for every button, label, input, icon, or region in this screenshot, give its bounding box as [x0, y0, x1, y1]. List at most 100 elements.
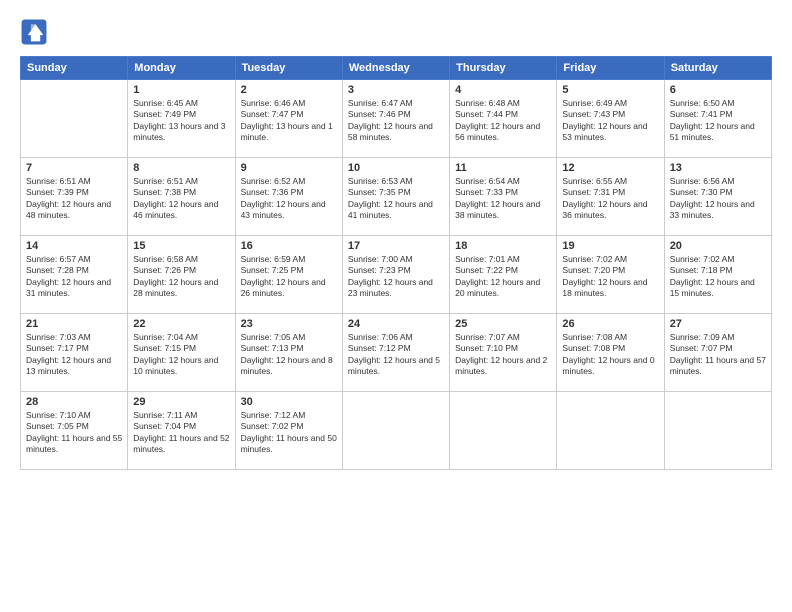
calendar-cell — [450, 392, 557, 470]
calendar-cell: 3 Sunrise: 6:47 AMSunset: 7:46 PMDaylight… — [342, 80, 449, 158]
day-info: Sunrise: 6:51 AMSunset: 7:38 PMDaylight:… — [133, 176, 229, 222]
day-info: Sunrise: 6:50 AMSunset: 7:41 PMDaylight:… — [670, 98, 766, 144]
day-number: 27 — [670, 318, 766, 330]
day-number: 12 — [562, 162, 658, 174]
day-info: Sunrise: 6:58 AMSunset: 7:26 PMDaylight:… — [133, 254, 229, 300]
weekday-header-tuesday: Tuesday — [235, 57, 342, 80]
day-number: 24 — [348, 318, 444, 330]
calendar-cell — [557, 392, 664, 470]
calendar-week-5: 28 Sunrise: 7:10 AMSunset: 7:05 PMDayligh… — [21, 392, 772, 470]
calendar-cell: 19Sunrise: 7:02 AMSunset: 7:20 PMDayligh… — [557, 236, 664, 314]
day-info: Sunrise: 7:03 AMSunset: 7:17 PMDaylight:… — [26, 332, 122, 378]
calendar-cell: 21 Sunrise: 7:03 AMSunset: 7:17 PMDayligh… — [21, 314, 128, 392]
day-info: Sunrise: 6:59 AMSunset: 7:25 PMDaylight:… — [241, 254, 337, 300]
calendar-cell: 29 Sunrise: 7:11 AMSunset: 7:04 PMDayligh… — [128, 392, 235, 470]
day-number: 8 — [133, 162, 229, 174]
day-number: 16 — [241, 240, 337, 252]
day-info: Sunrise: 7:10 AMSunset: 7:05 PMDaylight:… — [26, 410, 122, 456]
calendar-cell: 27 Sunrise: 7:09 AMSunset: 7:07 PMDayligh… — [664, 314, 771, 392]
day-number: 13 — [670, 162, 766, 174]
calendar-cell: 18 Sunrise: 7:01 AMSunset: 7:22 PMDayligh… — [450, 236, 557, 314]
day-info: Sunrise: 7:07 AMSunset: 7:10 PMDaylight:… — [455, 332, 551, 378]
day-number: 29 — [133, 396, 229, 408]
calendar-cell: 20 Sunrise: 7:02 AMSunset: 7:18 PMDayligh… — [664, 236, 771, 314]
day-number: 21 — [26, 318, 122, 330]
day-number: 20 — [670, 240, 766, 252]
day-info: Sunrise: 7:01 AMSunset: 7:22 PMDaylight:… — [455, 254, 551, 300]
calendar-week-2: 7 Sunrise: 6:51 AMSunset: 7:39 PMDaylight… — [21, 158, 772, 236]
day-number: 17 — [348, 240, 444, 252]
calendar-cell: 23 Sunrise: 7:05 AMSunset: 7:13 PMDayligh… — [235, 314, 342, 392]
day-info: Sunrise: 7:09 AMSunset: 7:07 PMDaylight:… — [670, 332, 766, 378]
day-number: 23 — [241, 318, 337, 330]
day-info: Sunrise: 6:49 AMSunset: 7:43 PMDaylight:… — [562, 98, 658, 144]
calendar-cell: 28 Sunrise: 7:10 AMSunset: 7:05 PMDayligh… — [21, 392, 128, 470]
day-number: 9 — [241, 162, 337, 174]
calendar-cell: 24 Sunrise: 7:06 AMSunset: 7:12 PMDayligh… — [342, 314, 449, 392]
weekday-header-sunday: Sunday — [21, 57, 128, 80]
day-info: Sunrise: 6:48 AMSunset: 7:44 PMDaylight:… — [455, 98, 551, 144]
day-number: 26 — [562, 318, 658, 330]
day-info: Sunrise: 6:46 AMSunset: 7:47 PMDaylight:… — [241, 98, 337, 144]
calendar-cell: 1 Sunrise: 6:45 AMSunset: 7:49 PMDaylight… — [128, 80, 235, 158]
calendar-cell: 10 Sunrise: 6:53 AMSunset: 7:35 PMDayligh… — [342, 158, 449, 236]
day-info: Sunrise: 7:04 AMSunset: 7:15 PMDaylight:… — [133, 332, 229, 378]
day-number: 15 — [133, 240, 229, 252]
calendar-week-1: 1 Sunrise: 6:45 AMSunset: 7:49 PMDaylight… — [21, 80, 772, 158]
day-number: 19 — [562, 240, 658, 252]
calendar-cell: 8 Sunrise: 6:51 AMSunset: 7:38 PMDaylight… — [128, 158, 235, 236]
calendar-cell: 30Sunrise: 7:12 AMSunset: 7:02 PMDayligh… — [235, 392, 342, 470]
day-info: Sunrise: 7:11 AMSunset: 7:04 PMDaylight:… — [133, 410, 229, 456]
day-number: 7 — [26, 162, 122, 174]
weekday-header-friday: Friday — [557, 57, 664, 80]
weekday-row: SundayMondayTuesdayWednesdayThursdayFrid… — [21, 57, 772, 80]
day-info: Sunrise: 7:00 AMSunset: 7:23 PMDaylight:… — [348, 254, 444, 300]
day-info: Sunrise: 7:06 AMSunset: 7:12 PMDaylight:… — [348, 332, 444, 378]
day-info: Sunrise: 6:55 AMSunset: 7:31 PMDaylight:… — [562, 176, 658, 222]
day-number: 10 — [348, 162, 444, 174]
calendar-week-4: 21 Sunrise: 7:03 AMSunset: 7:17 PMDayligh… — [21, 314, 772, 392]
calendar-week-3: 14 Sunrise: 6:57 AMSunset: 7:28 PMDayligh… — [21, 236, 772, 314]
calendar-cell: 5Sunrise: 6:49 AMSunset: 7:43 PMDaylight… — [557, 80, 664, 158]
calendar-cell: 16 Sunrise: 6:59 AMSunset: 7:25 PMDayligh… — [235, 236, 342, 314]
day-number: 4 — [455, 84, 551, 96]
calendar-page: SundayMondayTuesdayWednesdayThursdayFrid… — [0, 0, 792, 612]
day-number: 2 — [241, 84, 337, 96]
calendar-cell: 14 Sunrise: 6:57 AMSunset: 7:28 PMDayligh… — [21, 236, 128, 314]
calendar-cell: 25 Sunrise: 7:07 AMSunset: 7:10 PMDayligh… — [450, 314, 557, 392]
calendar-cell: 13 Sunrise: 6:56 AMSunset: 7:30 PMDayligh… — [664, 158, 771, 236]
day-info: Sunrise: 6:57 AMSunset: 7:28 PMDaylight:… — [26, 254, 122, 300]
day-number: 3 — [348, 84, 444, 96]
day-number: 18 — [455, 240, 551, 252]
day-info: Sunrise: 6:51 AMSunset: 7:39 PMDaylight:… — [26, 176, 122, 222]
calendar-cell: 26 Sunrise: 7:08 AMSunset: 7:08 PMDayligh… — [557, 314, 664, 392]
day-info: Sunrise: 6:47 AMSunset: 7:46 PMDaylight:… — [348, 98, 444, 144]
calendar-cell: 17 Sunrise: 7:00 AMSunset: 7:23 PMDayligh… — [342, 236, 449, 314]
day-info: Sunrise: 7:02 AMSunset: 7:18 PMDaylight:… — [670, 254, 766, 300]
day-info: Sunrise: 6:45 AMSunset: 7:49 PMDaylight:… — [133, 98, 229, 144]
calendar-cell: 12 Sunrise: 6:55 AMSunset: 7:31 PMDayligh… — [557, 158, 664, 236]
logo-icon — [20, 18, 48, 46]
calendar-table: SundayMondayTuesdayWednesdayThursdayFrid… — [20, 56, 772, 470]
day-info: Sunrise: 6:56 AMSunset: 7:30 PMDaylight:… — [670, 176, 766, 222]
day-info: Sunrise: 7:05 AMSunset: 7:13 PMDaylight:… — [241, 332, 337, 378]
day-number: 14 — [26, 240, 122, 252]
day-info: Sunrise: 6:53 AMSunset: 7:35 PMDaylight:… — [348, 176, 444, 222]
calendar-body: 1 Sunrise: 6:45 AMSunset: 7:49 PMDaylight… — [21, 80, 772, 470]
day-number: 28 — [26, 396, 122, 408]
calendar-cell: 15 Sunrise: 6:58 AMSunset: 7:26 PMDayligh… — [128, 236, 235, 314]
calendar-cell: 11Sunrise: 6:54 AMSunset: 7:33 PMDayligh… — [450, 158, 557, 236]
calendar-cell: 22Sunrise: 7:04 AMSunset: 7:15 PMDayligh… — [128, 314, 235, 392]
calendar-cell: 4 Sunrise: 6:48 AMSunset: 7:44 PMDaylight… — [450, 80, 557, 158]
calendar-cell — [342, 392, 449, 470]
day-number: 30 — [241, 396, 337, 408]
weekday-header-wednesday: Wednesday — [342, 57, 449, 80]
day-number: 1 — [133, 84, 229, 96]
day-number: 25 — [455, 318, 551, 330]
calendar-header: SundayMondayTuesdayWednesdayThursdayFrid… — [21, 57, 772, 80]
calendar-cell: 2 Sunrise: 6:46 AMSunset: 7:47 PMDaylight… — [235, 80, 342, 158]
calendar-cell: 9 Sunrise: 6:52 AMSunset: 7:36 PMDaylight… — [235, 158, 342, 236]
day-info: Sunrise: 6:52 AMSunset: 7:36 PMDaylight:… — [241, 176, 337, 222]
day-info: Sunrise: 7:08 AMSunset: 7:08 PMDaylight:… — [562, 332, 658, 378]
header — [20, 18, 772, 46]
